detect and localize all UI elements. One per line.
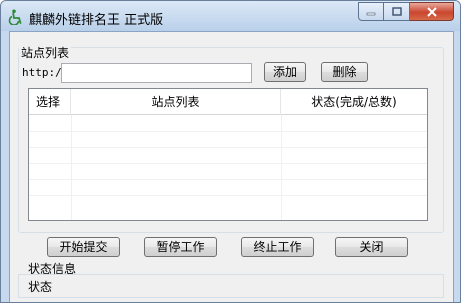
close-button[interactable]: 关闭 — [335, 237, 408, 257]
row-divider — [29, 131, 427, 132]
row-divider — [29, 195, 427, 196]
start-submit-button[interactable]: 开始提交 — [47, 237, 120, 257]
status-box — [18, 274, 444, 298]
row-divider — [29, 163, 427, 164]
title-bar[interactable]: 麒麟外链排名王 正式版 — [1, 1, 460, 31]
close-icon — [426, 6, 437, 17]
status-text: 状态 — [28, 280, 53, 294]
column-header-select[interactable]: 选择 — [29, 89, 71, 115]
delete-button[interactable]: 删除 — [321, 62, 368, 82]
window-title: 麒麟外链排名王 正式版 — [29, 13, 164, 28]
main-window: 麒麟外链排名王 正式版 站点列表 http:// 添加 删除 选择 站点列表 状… — [0, 0, 461, 303]
window-controls — [358, 2, 454, 21]
minimize-icon — [366, 12, 376, 15]
client-area: 站点列表 http:// 添加 删除 选择 站点列表 状态(完成/总数) 开始提… — [9, 31, 454, 302]
add-button[interactable]: 添加 — [264, 62, 306, 82]
column-header-status[interactable]: 状态(完成/总数) — [281, 89, 427, 115]
row-divider — [29, 179, 427, 180]
maximize-icon — [391, 6, 402, 16]
stop-work-button[interactable]: 终止工作 — [241, 237, 314, 257]
row-divider — [29, 147, 427, 148]
close-window-button[interactable] — [410, 2, 454, 21]
maximize-button[interactable] — [384, 2, 410, 21]
site-list-group-title: 站点列表 — [19, 44, 72, 61]
site-table[interactable]: 选择 站点列表 状态(完成/总数) — [28, 88, 428, 221]
wheelchair-icon — [8, 9, 22, 25]
column-header-site-list[interactable]: 站点列表 — [71, 89, 281, 115]
url-input[interactable] — [61, 63, 252, 83]
minimize-button[interactable] — [358, 2, 384, 21]
pause-work-button[interactable]: 暂停工作 — [144, 237, 217, 257]
table-header: 选择 站点列表 状态(完成/总数) — [29, 89, 427, 115]
